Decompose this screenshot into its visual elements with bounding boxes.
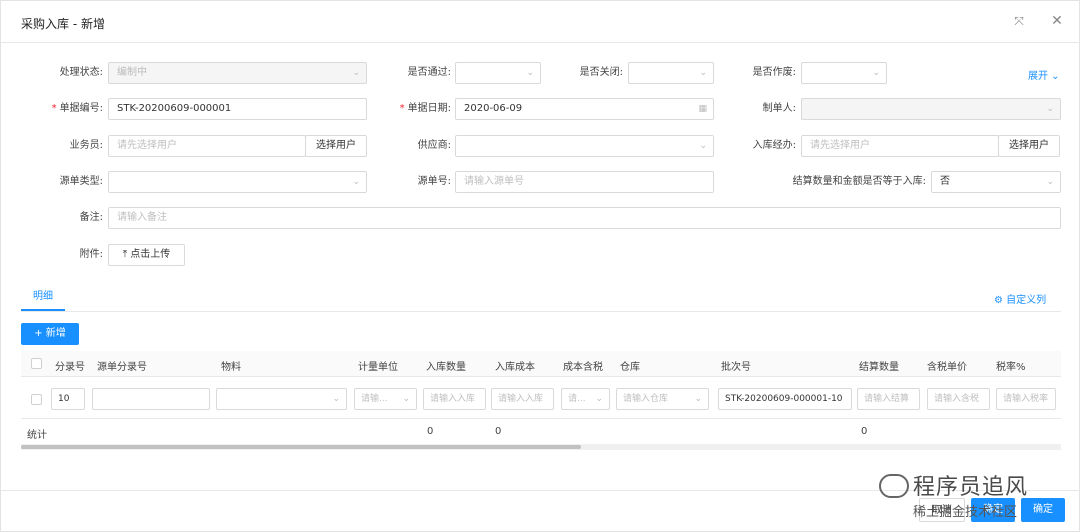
expand-link[interactable]: 展开 ⌄ (1028, 67, 1060, 82)
col-unit: 计量单位 (358, 362, 398, 373)
passed-label: 是否通过: (407, 67, 451, 78)
col-tax-included: 成本含税 (563, 362, 603, 373)
wechat-icon (879, 474, 909, 498)
summary-label: 统计 (27, 430, 47, 441)
source-no-input[interactable]: 请输入源单号 (455, 171, 714, 193)
status-select: 编制中 ⌄ (108, 62, 367, 84)
calendar-icon: ▦ (698, 104, 707, 114)
salesman-input[interactable]: 请先选择用户 (108, 135, 306, 157)
void-label: 是否作废: (752, 67, 796, 78)
tax-rate-input[interactable]: 请输入税率 (996, 388, 1056, 410)
col-warehouse: 仓库 (620, 362, 640, 373)
summary-qty: 0 (427, 426, 434, 437)
unit-select[interactable]: 请输... ⌄ (354, 388, 417, 410)
col-seq: 分录号 (55, 362, 85, 373)
supplier-label: 供应商: (417, 140, 451, 151)
summary-settle: 0 (861, 426, 868, 437)
table-header: 分录号 源单分录号 物料 计量单位 入库数量 入库成本 成本含税 仓库 批次号 … (21, 351, 1061, 377)
col-source-seq: 源单分录号 (97, 362, 147, 373)
dialog: 采购入库 - 新增 ⤧ ✕ 处理状态: 编制中 ⌄ 是否通过: ⌄ 是否关闭: ⌄… (0, 0, 1080, 532)
col-tax-rate: 税率% (996, 362, 1026, 373)
watermark-title: 程序员追风 (913, 475, 1029, 500)
creator-select: ⌄ (801, 98, 1061, 120)
doc-no-input[interactable]: STK-20200609-000001 (108, 98, 367, 120)
settle-label: 结算数量和金额是否等于入库: (792, 176, 926, 187)
summary-row: 统计 0 0 0 (21, 420, 1061, 444)
settle-qty-input[interactable]: 请输入结算 (857, 388, 920, 410)
horizontal-scrollbar[interactable] (21, 444, 1061, 450)
void-select[interactable]: ⌄ (801, 62, 887, 84)
custom-columns-link[interactable]: ⚙ 自定义列 (994, 291, 1046, 306)
col-material: 物料 (221, 362, 241, 373)
source-type-label: 源单类型: (59, 176, 103, 187)
supplier-select[interactable]: ⌄ (455, 135, 714, 157)
summary-cost: 0 (495, 426, 502, 437)
upload-icon: ⤒ (122, 249, 128, 260)
col-price: 含税单价 (927, 362, 967, 373)
remark-textarea[interactable]: 请输入备注 (108, 207, 1061, 229)
gear-icon: ⚙ (994, 295, 1003, 306)
tab-detail[interactable]: 明细 (21, 287, 65, 311)
doc-no-label: * 单据编号: (51, 103, 103, 114)
table-row: 10 ⌄ 请输... ⌄ 请输入入库 请输入入库 请... ⌄ 请输入仓库 ⌄ STK… (21, 377, 1061, 419)
select-all-checkbox[interactable] (31, 358, 42, 369)
settle-select[interactable]: 否 ⌄ (931, 171, 1061, 193)
handler-label: 入库经办: (752, 140, 796, 151)
closed-label: 是否关闭: (579, 67, 623, 78)
select-handler-button[interactable]: 选择用户 (998, 135, 1060, 157)
warehouse-select[interactable]: 请输入仓库 ⌄ (616, 388, 709, 410)
status-label: 处理状态: (59, 67, 103, 78)
tax-included-select[interactable]: 请... ⌄ (561, 388, 610, 410)
watermark-subtitle: 稀土掘金技术社区 (913, 505, 1018, 520)
qty-input[interactable]: 请输入入库 (423, 388, 486, 410)
passed-select[interactable]: ⌄ (455, 62, 541, 84)
creator-label: 制单人: (762, 103, 796, 114)
price-input[interactable]: 请输入含税 (927, 388, 990, 410)
plus-icon: + (34, 328, 43, 339)
row-checkbox[interactable] (31, 394, 42, 405)
dialog-title: 采购入库 - 新增 (21, 17, 105, 31)
closed-select[interactable]: ⌄ (628, 62, 714, 84)
remark-label: 备注: (79, 212, 103, 223)
scrollbar-thumb[interactable] (21, 445, 581, 449)
source-seq-input[interactable] (92, 388, 210, 410)
tab-divider (21, 311, 1061, 312)
seq-input[interactable]: 10 (51, 388, 85, 410)
col-settle-qty: 结算数量 (859, 362, 899, 373)
col-cost: 入库成本 (495, 362, 535, 373)
source-type-select[interactable]: ⌄ (108, 171, 367, 193)
col-batch: 批次号 (721, 362, 751, 373)
upload-button[interactable]: ⤒ 点击上传 (108, 244, 185, 266)
batch-input[interactable]: STK-20200609-000001-10 (718, 388, 852, 410)
salesman-label: 业务员: (69, 140, 103, 151)
attach-label: 附件: (79, 249, 103, 260)
add-row-button[interactable]: + 新增 (21, 323, 79, 345)
confirm-button-2[interactable]: 确定 (1021, 498, 1065, 522)
doc-date-picker[interactable]: 2020-06-09 ▦ (455, 98, 714, 120)
col-qty: 入库数量 (426, 362, 466, 373)
source-no-label: 源单号: (417, 176, 451, 187)
fullscreen-icon[interactable]: ⤧ (1011, 13, 1027, 29)
select-salesman-button[interactable]: 选择用户 (305, 135, 367, 157)
dialog-header: 采购入库 - 新增 ⤧ ✕ (1, 1, 1080, 43)
doc-date-label: * 单据日期: (399, 103, 451, 114)
close-icon[interactable]: ✕ (1049, 13, 1065, 29)
cost-input[interactable]: 请输入入库 (491, 388, 554, 410)
handler-input[interactable]: 请先选择用户 (801, 135, 999, 157)
material-select[interactable]: ⌄ (216, 388, 347, 410)
